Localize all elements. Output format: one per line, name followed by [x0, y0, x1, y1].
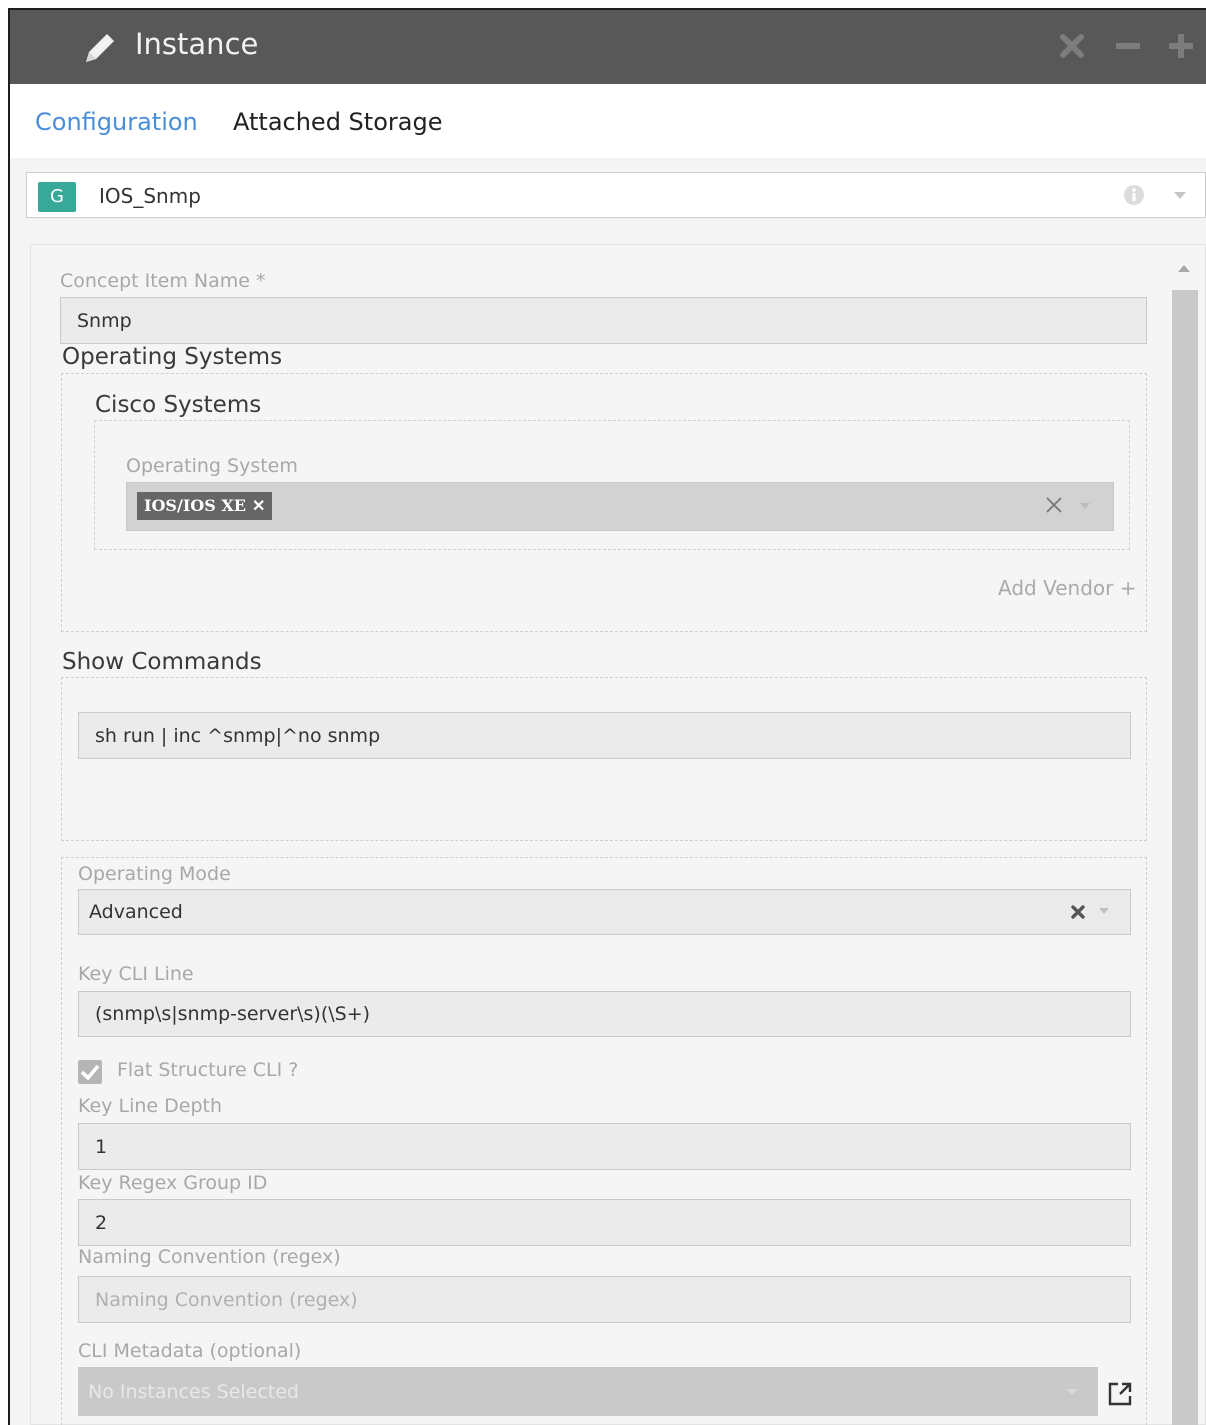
cli-metadata-label: CLI Metadata (optional) — [78, 1340, 302, 1362]
os-chip-label: IOS/IOS XE — [144, 496, 246, 515]
key-line-depth-value: 1 — [95, 1135, 108, 1158]
cli-metadata-placeholder: No Instances Selected — [88, 1380, 299, 1403]
key-line-depth-label: Key Line Depth — [78, 1095, 222, 1117]
operating-system-label: Operating System — [126, 455, 298, 477]
key-regex-group-id-label: Key Regex Group ID — [78, 1172, 268, 1194]
checkmark-icon — [80, 1064, 100, 1081]
key-regex-group-id-input[interactable]: 2 — [78, 1199, 1131, 1246]
os-chip[interactable]: IOS/IOS XE ✕ — [137, 492, 273, 520]
naming-convention-placeholder: Naming Convention (regex) — [95, 1288, 358, 1311]
remove-chip-icon[interactable]: ✕ — [252, 496, 265, 515]
instance-name: IOS_Snmp — [99, 184, 201, 208]
naming-convention-label: Naming Convention (regex) — [78, 1246, 341, 1268]
show-command-value: sh run | inc ^snmp|^no snmp — [95, 724, 381, 747]
window-title: Instance — [135, 27, 259, 61]
external-link-icon[interactable] — [1106, 1380, 1134, 1408]
instance-badge: G — [38, 182, 76, 212]
tab-configuration[interactable]: Configuration — [35, 108, 198, 136]
chevron-down-icon[interactable] — [1098, 907, 1110, 915]
chevron-down-icon[interactable] — [1079, 502, 1091, 510]
show-commands-title: Show Commands — [62, 649, 262, 675]
operating-mode-label: Operating Mode — [78, 863, 231, 885]
minimize-icon[interactable] — [1114, 32, 1142, 60]
clear-icon[interactable] — [1070, 905, 1086, 919]
flat-structure-checkbox[interactable] — [78, 1060, 102, 1084]
instance-selector[interactable]: G IOS_Snmp — [26, 172, 1206, 218]
info-icon[interactable] — [1123, 184, 1145, 206]
concept-item-name-value: Snmp — [77, 309, 132, 332]
tab-attached-storage[interactable]: Attached Storage — [233, 108, 442, 136]
window-titlebar: Instance — [10, 10, 1206, 84]
key-line-depth-input[interactable]: 1 — [78, 1123, 1131, 1170]
key-cli-line-input[interactable]: (snmp\s|snmp-server\s)(\S+) — [78, 991, 1131, 1037]
pencil-icon — [86, 34, 114, 62]
flat-structure-label: Flat Structure CLI ? — [117, 1059, 299, 1081]
chevron-down-icon[interactable] — [1066, 1388, 1078, 1396]
show-commands-group — [61, 677, 1147, 841]
operating-system-select[interactable] — [126, 482, 1114, 531]
tab-bar: Configuration Attached Storage — [10, 84, 1206, 159]
key-cli-line-value: (snmp\s|snmp-server\s)(\S+) — [95, 1003, 371, 1025]
key-cli-line-label: Key CLI Line — [78, 963, 194, 985]
scrollbar-thumb[interactable] — [1172, 290, 1198, 1425]
cli-metadata-select[interactable]: No Instances Selected — [78, 1367, 1098, 1416]
close-icon[interactable] — [1058, 32, 1086, 60]
concept-item-name-label: Concept Item Name * — [60, 270, 266, 292]
operating-systems-title: Operating Systems — [62, 344, 283, 370]
clear-icon[interactable] — [1045, 496, 1063, 514]
operating-mode-value: Advanced — [89, 901, 183, 923]
vendor-title: Cisco Systems — [95, 392, 262, 418]
add-vendor-button[interactable]: Add Vendor + — [998, 576, 1136, 600]
key-regex-group-id-value: 2 — [95, 1211, 108, 1234]
naming-convention-input[interactable]: Naming Convention (regex) — [78, 1276, 1131, 1323]
maximize-icon[interactable] — [1167, 32, 1195, 60]
scroll-up-icon[interactable] — [1176, 262, 1192, 274]
show-command-input[interactable]: sh run | inc ^snmp|^no snmp — [78, 712, 1131, 759]
concept-item-name-input[interactable]: Snmp — [60, 297, 1147, 344]
operating-mode-select[interactable]: Advanced — [78, 889, 1131, 935]
chevron-down-icon[interactable] — [1173, 190, 1187, 200]
